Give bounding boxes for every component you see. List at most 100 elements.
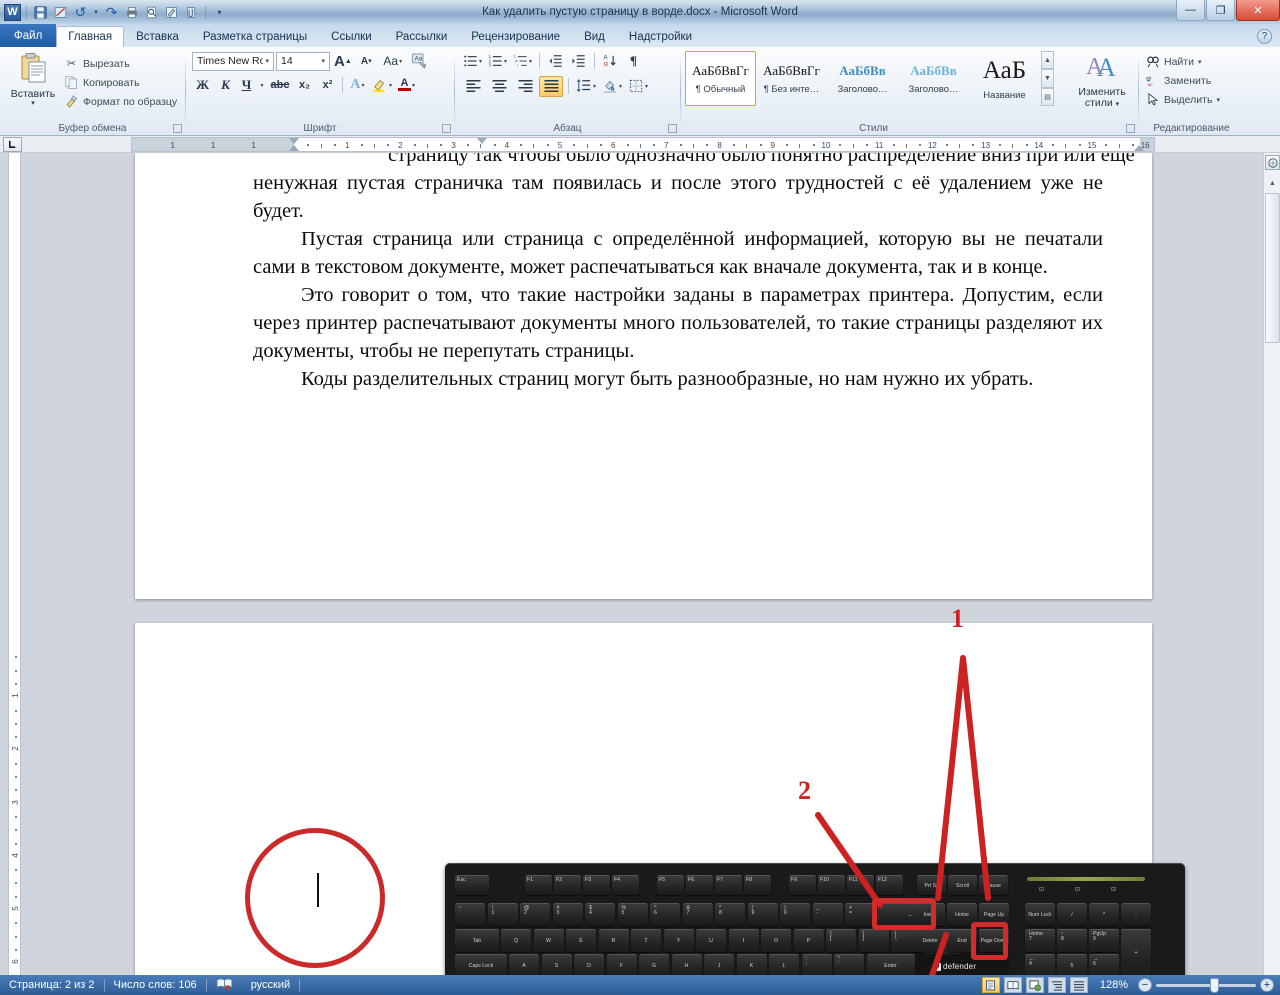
scrollbar-thumb[interactable] <box>1265 193 1280 343</box>
style-item-title[interactable]: АаБ Название <box>969 51 1040 106</box>
minimize-button[interactable]: — <box>1176 0 1205 21</box>
styles-more-icon[interactable]: ▤ <box>1041 87 1054 106</box>
tab-file[interactable]: Файл <box>0 24 57 47</box>
restore-button[interactable]: ❐ <box>1206 0 1235 21</box>
outline-view-button[interactable] <box>1047 977 1066 993</box>
style-item-normal[interactable]: АаБбВвГг ¶ Обычный <box>685 51 756 106</box>
copy-button[interactable]: Копировать <box>62 73 177 92</box>
shrink-font-button[interactable]: A ▾ <box>356 51 377 72</box>
zoom-slider-thumb[interactable] <box>1210 977 1219 993</box>
superscript-button[interactable]: x² <box>317 75 338 96</box>
zoom-slider[interactable] <box>1156 977 1256 993</box>
full-screen-reading-view-button[interactable] <box>1003 977 1022 993</box>
hanging-indent-marker[interactable] <box>289 145 299 151</box>
cut-button[interactable]: ✂ Вырезать <box>62 54 177 73</box>
style-item-heading-2[interactable]: АаБбВв Заголово… <box>898 51 969 106</box>
font-size-caret-icon[interactable]: ▾ <box>319 57 327 65</box>
underline-caret-icon[interactable]: ▾ <box>257 75 266 96</box>
close-button[interactable]: ✕ <box>1236 0 1280 21</box>
find-button[interactable]: Найти ▾ <box>1143 52 1201 71</box>
clear-formatting-button[interactable]: Aa <box>409 51 430 72</box>
tab-references[interactable]: Ссылки <box>319 26 384 47</box>
page-indicator[interactable]: Страница: 2 из 2 <box>0 979 104 991</box>
tab-addins[interactable]: Надстройки <box>617 26 704 47</box>
change-case-button[interactable]: Aa ▾ <box>379 51 407 72</box>
style-item-no-spacing[interactable]: АаБбВвГг ¶ Без инте… <box>756 51 827 106</box>
multilevel-list-button[interactable]: 1 a i ▾ <box>511 51 534 72</box>
line-spacing-button[interactable]: ▾ <box>574 76 598 97</box>
font-color-button[interactable]: A ▾ <box>396 75 417 96</box>
zoom-out-button[interactable]: − <box>1138 978 1152 992</box>
page1-text-body[interactable]: ненужная пустая страничка там появилась … <box>253 169 1103 393</box>
zoom-in-button[interactable]: + <box>1260 978 1274 992</box>
increase-indent-button[interactable] <box>568 51 589 72</box>
tab-selector-button[interactable] <box>3 136 22 152</box>
text-highlight-button[interactable]: ▾ <box>370 75 394 96</box>
font-name-combo[interactable]: Times New Ro ▾ <box>192 51 274 71</box>
sort-button[interactable]: AЯ <box>600 51 621 72</box>
format-painter-button[interactable]: Формат по образцу <box>62 92 177 111</box>
tab-page-layout[interactable]: Разметка страницы <box>191 26 319 47</box>
select-button[interactable]: Выделить ▾ <box>1143 90 1220 109</box>
bullets-button[interactable]: ▾ <box>461 51 484 72</box>
first-line-indent-marker-2[interactable] <box>477 138 487 144</box>
styles-scroll-up-icon[interactable]: ▲ <box>1041 51 1054 70</box>
text-effects-button[interactable]: A ▾ <box>347 75 368 96</box>
font-name-caret-icon[interactable]: ▾ <box>263 57 271 65</box>
show-formatting-marks-button[interactable]: ¶ <box>623 51 644 72</box>
strikethrough-button[interactable]: abc <box>268 75 292 96</box>
select-caret-icon[interactable]: ▾ <box>1216 96 1220 104</box>
scroll-up-button[interactable]: ▲ <box>1264 175 1280 191</box>
replace-button[interactable]: ab ас Заменить <box>1143 71 1211 90</box>
first-line-indent-marker[interactable] <box>289 138 299 144</box>
document-page-1[interactable]: страницу так чтобы было однозначно было … <box>135 153 1152 599</box>
horizontal-ruler[interactable]: 1 1 1 1 2 3 4 5 6 7 8 9 10 11 12 13 14 15 16 <box>131 137 1155 152</box>
vertical-ruler[interactable]: 1 2 3 4 5 6 <box>8 153 21 975</box>
tab-review[interactable]: Рецензирование <box>459 26 572 47</box>
select-browse-object-icon[interactable] <box>1265 155 1280 170</box>
paragraph-dialog-launcher[interactable] <box>668 124 677 133</box>
find-caret-icon[interactable]: ▾ <box>1198 58 1202 66</box>
tab-home[interactable]: Главная <box>56 26 125 47</box>
grow-font-button[interactable]: A ▲ <box>332 51 354 72</box>
styles-scroll-down-icon[interactable]: ▼ <box>1041 69 1054 88</box>
window-buttons[interactable]: — ❐ ✕ <box>1175 0 1280 21</box>
align-right-button[interactable] <box>513 76 537 97</box>
word-count[interactable]: Число слов: 106 <box>105 979 206 991</box>
align-left-button[interactable] <box>461 76 485 97</box>
subscript-button[interactable]: x₂ <box>294 75 315 96</box>
tab-insert[interactable]: Вставка <box>124 26 191 47</box>
borders-button[interactable]: ▾ <box>626 76 650 97</box>
zoom-level[interactable]: 128% <box>1092 979 1134 991</box>
web-layout-view-button[interactable] <box>1025 977 1044 993</box>
clipboard-dialog-launcher[interactable] <box>173 124 182 133</box>
help-icon[interactable]: ? <box>1257 29 1272 44</box>
tab-view[interactable]: Вид <box>572 26 617 47</box>
numbering-button[interactable]: 1 2 3 ▾ <box>486 51 509 72</box>
bold-button[interactable]: Ж <box>192 75 213 96</box>
ribbon-tabs[interactable]: Файл Главная Вставка Разметка страницы С… <box>0 24 1280 47</box>
document-workspace[interactable]: 1 2 3 4 5 6 страницу так чтобы было однозначн… <box>0 153 1280 975</box>
underline-button[interactable]: Ч <box>238 75 255 96</box>
decrease-indent-button[interactable] <box>545 51 566 72</box>
proofing-status[interactable] <box>207 977 242 993</box>
align-center-button[interactable] <box>487 76 511 97</box>
shading-button[interactable]: ▾ <box>600 76 624 97</box>
font-dialog-launcher[interactable] <box>442 124 451 133</box>
change-styles-caret-icon[interactable]: ▾ <box>1116 101 1120 108</box>
vertical-scrollbar[interactable]: ▲ <box>1263 153 1280 975</box>
paste-button[interactable]: Вставить ▾ <box>4 50 62 107</box>
styles-gallery[interactable]: АаБбВвГг ¶ Обычный АаБбВвГг ¶ Без инте… … <box>685 50 1054 106</box>
tab-mailings[interactable]: Рассылки <box>384 26 460 47</box>
styles-gallery-scrollbar[interactable]: ▲ ▼ ▤ <box>1041 51 1054 106</box>
print-layout-view-button[interactable] <box>981 977 1000 993</box>
styles-dialog-launcher[interactable] <box>1126 124 1135 133</box>
justify-button[interactable] <box>539 75 563 97</box>
language-indicator[interactable]: русский <box>242 979 299 991</box>
change-styles-button[interactable]: A A Изменить стили ▾ <box>1070 50 1134 110</box>
paste-caret-icon[interactable]: ▾ <box>31 100 35 107</box>
draft-view-button[interactable] <box>1069 977 1088 993</box>
style-item-heading-1[interactable]: АаБбВв Заголово… <box>827 51 898 106</box>
italic-button[interactable]: К <box>215 75 236 96</box>
font-size-combo[interactable]: 14 ▾ <box>276 51 330 71</box>
